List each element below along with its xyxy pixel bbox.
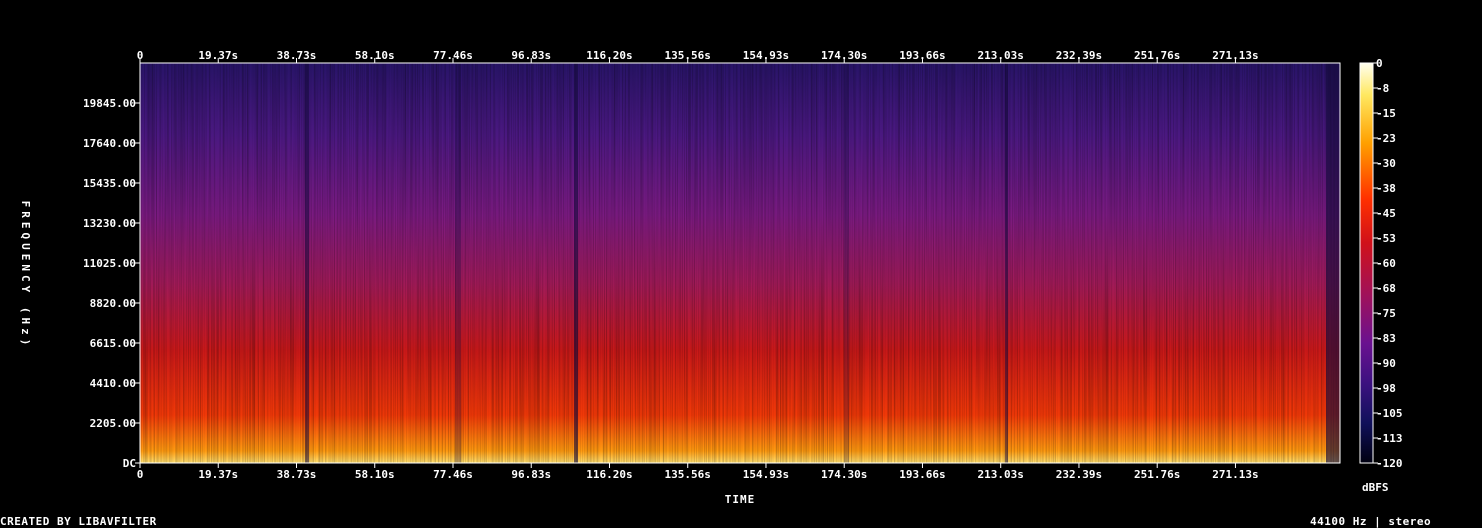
colorbar-ticks: 0 -8 -15 -23 -30 -38 -45 -53 -60 -68 -75 -83 -90 -98 -… bbox=[1373, 57, 1403, 470]
x-tick-label-bottom: 96.83s bbox=[511, 468, 551, 481]
footer-credit: CREATED BY LIBAVFILTER bbox=[0, 515, 157, 528]
quiet-band bbox=[1005, 63, 1008, 463]
x-tick-label-top: 96.83s bbox=[511, 49, 551, 62]
colorbar-tick-label: -30 bbox=[1376, 157, 1396, 170]
x-tick-label-top: 251.76s bbox=[1134, 49, 1180, 62]
colorbar-tick-label: -23 bbox=[1376, 132, 1396, 145]
quiet-band bbox=[455, 63, 461, 463]
y-tick-label: 17640.00 bbox=[83, 137, 136, 150]
colorbar-tick-label: 0 bbox=[1376, 57, 1383, 70]
x-tick-label-bottom: 58.10s bbox=[355, 468, 395, 481]
y-tick-label: 19845.00 bbox=[83, 97, 136, 110]
colorbar-tick-label: -75 bbox=[1376, 307, 1396, 320]
x-tick-label-top: 174.30s bbox=[821, 49, 867, 62]
colorbar-tick-label: -60 bbox=[1376, 257, 1396, 270]
x-tick-label-top: 19.37s bbox=[198, 49, 238, 62]
colorbar-gradient bbox=[1359, 62, 1374, 464]
colorbar-tick-label: -53 bbox=[1376, 232, 1396, 245]
colorbar-tick-label: -98 bbox=[1376, 382, 1396, 395]
x-tick-label-top: 0 bbox=[137, 49, 144, 62]
x-axis-top: 0 19.37s 38.73s 58.10s 77.46s 96.83s 116.20s 13… bbox=[137, 49, 1259, 63]
colorbar-tick-label: -105 bbox=[1376, 407, 1403, 420]
quiet-band bbox=[574, 63, 578, 463]
x-tick-label-bottom: 19.37s bbox=[198, 468, 238, 481]
x-axis-bottom: 0 19.37s 38.73s 58.10s 77.46s 96.83s 116.20s 13… bbox=[137, 463, 1259, 481]
x-tick-label-top: 77.46s bbox=[433, 49, 473, 62]
quiet-band bbox=[305, 63, 309, 463]
x-tick-label-bottom: 38.73s bbox=[277, 468, 317, 481]
y-axis-label: FREQUENCY (Hz) bbox=[19, 201, 32, 350]
x-tick-label-top: 154.93s bbox=[743, 49, 789, 62]
y-tick-label: 2205.00 bbox=[90, 417, 136, 430]
x-tick-label-top: 135.56s bbox=[665, 49, 711, 62]
spectrogram-chart: 0 19.37s 38.73s 58.10s 77.46s 96.83s 116.20s 13… bbox=[19, 49, 1403, 506]
y-tick-label: DC bbox=[123, 457, 136, 470]
colorbar-tick-label: -90 bbox=[1376, 357, 1396, 370]
x-tick-label-bottom: 193.66s bbox=[899, 468, 945, 481]
y-tick-label: 15435.00 bbox=[83, 177, 136, 190]
x-tick-label-bottom: 77.46s bbox=[433, 468, 473, 481]
colorbar-tick-label: -68 bbox=[1376, 282, 1396, 295]
x-tick-label-top: 38.73s bbox=[277, 49, 317, 62]
x-tick-label-top: 116.20s bbox=[586, 49, 632, 62]
y-tick-label: 11025.00 bbox=[83, 257, 136, 270]
colorbar-tick-label: -38 bbox=[1376, 182, 1396, 195]
x-tick-label-top: 58.10s bbox=[355, 49, 395, 62]
x-tick-label-bottom: 271.13s bbox=[1212, 468, 1258, 481]
x-tick-label-bottom: 154.93s bbox=[743, 468, 789, 481]
x-tick-label-bottom: 116.20s bbox=[586, 468, 632, 481]
y-tick-label: 6615.00 bbox=[90, 337, 136, 350]
spectrogram-texture bbox=[140, 63, 1340, 463]
plot-area bbox=[139, 62, 1341, 464]
x-tick-label-top: 213.03s bbox=[978, 49, 1024, 62]
x-tick-label-bottom: 0 bbox=[137, 468, 144, 481]
x-axis-label: TIME bbox=[725, 493, 756, 506]
x-tick-label-bottom: 174.30s bbox=[821, 468, 867, 481]
colorbar-tick-label: -45 bbox=[1376, 207, 1396, 220]
x-tick-label-top: 232.39s bbox=[1056, 49, 1102, 62]
quiet-band bbox=[1326, 63, 1340, 463]
colorbar-tick-label: -83 bbox=[1376, 332, 1396, 345]
colorbar-tick-label: -120 bbox=[1376, 457, 1403, 470]
x-tick-label-bottom: 232.39s bbox=[1056, 468, 1102, 481]
x-tick-label-bottom: 251.76s bbox=[1134, 468, 1180, 481]
colorbar-tick-label: -113 bbox=[1376, 432, 1403, 445]
x-tick-label-bottom: 135.56s bbox=[665, 468, 711, 481]
x-tick-label-top: 271.13s bbox=[1212, 49, 1258, 62]
colorbar-tick-label: -8 bbox=[1376, 82, 1389, 95]
x-tick-label-bottom: 213.03s bbox=[978, 468, 1024, 481]
footer-format: 44100 Hz | stereo bbox=[1310, 515, 1432, 528]
x-tick-label-top: 193.66s bbox=[899, 49, 945, 62]
y-tick-label: 8820.00 bbox=[90, 297, 136, 310]
quiet-band bbox=[844, 63, 849, 463]
colorbar-label: dBFS bbox=[1362, 481, 1389, 494]
y-tick-label: 4410.00 bbox=[90, 377, 136, 390]
colorbar-tick-label: -15 bbox=[1376, 107, 1396, 120]
y-axis-left: DC 2205.00 4410.00 6615.00 8820.00 11025.00 13… bbox=[83, 97, 140, 470]
y-tick-label: 13230.00 bbox=[83, 217, 136, 230]
colorbar: 0 -8 -15 -23 -30 -38 -45 -53 -60 -68 -75 -83 -90 -98 -… bbox=[1359, 57, 1403, 494]
